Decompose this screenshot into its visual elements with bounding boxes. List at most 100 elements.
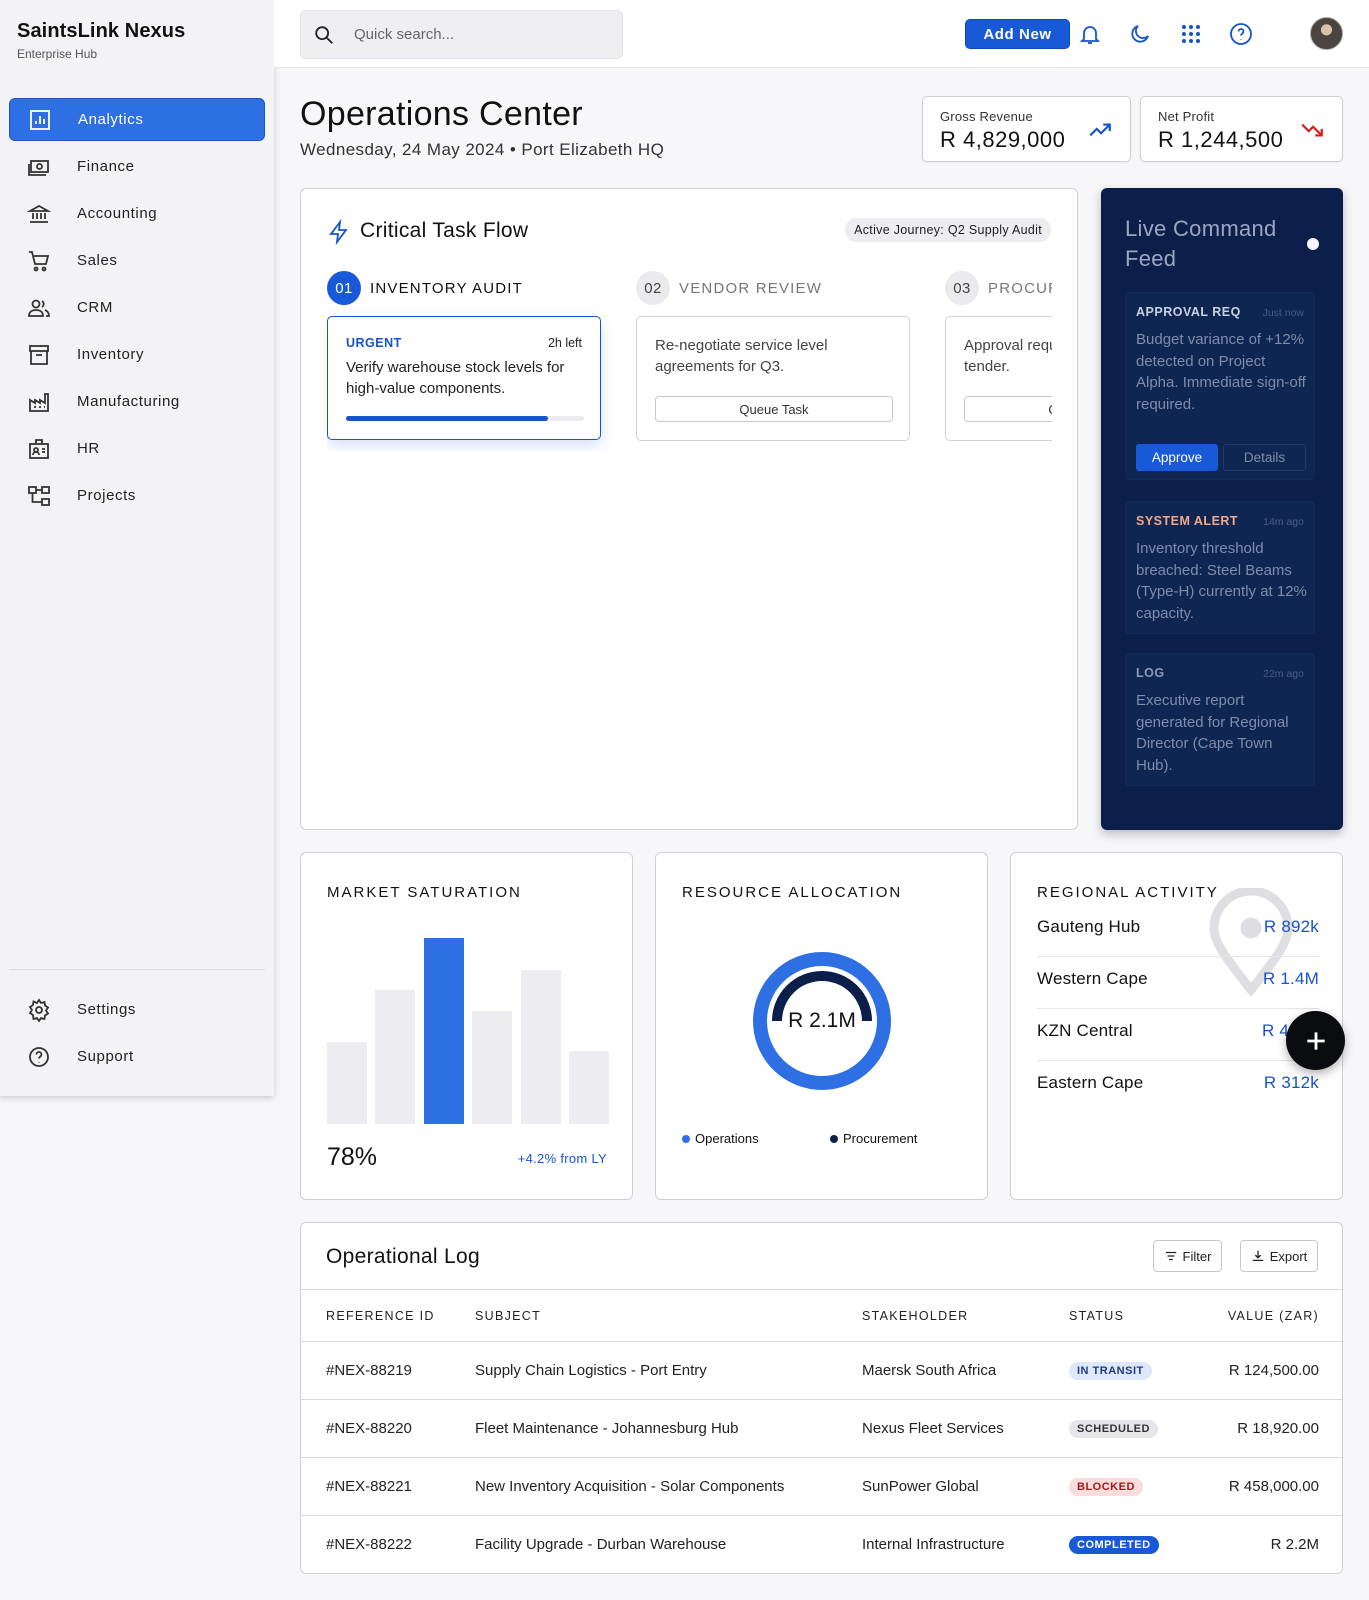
region-row[interactable]: Gauteng Hub R 892k xyxy=(1037,905,1319,957)
sidebar-item-finance[interactable]: Finance xyxy=(9,145,265,188)
help-icon[interactable] xyxy=(1229,22,1253,46)
step-name: INVENTORY AUDIT xyxy=(370,279,524,297)
step-header: 03 PROCUREMENT xyxy=(945,271,1052,305)
page-title: Operations Center xyxy=(300,95,583,133)
bell-icon[interactable] xyxy=(1078,22,1102,46)
card-title: RESOURCE ALLOCATION xyxy=(682,884,903,901)
saturation-bar xyxy=(472,1011,513,1124)
step-inventory-audit[interactable]: 01 INVENTORY AUDIT URGENT 2h left Verify… xyxy=(327,271,601,440)
sidebar-item-manufacturing[interactable]: Manufacturing xyxy=(9,380,265,423)
task-progress-fill xyxy=(346,416,549,421)
sidebar-item-projects[interactable]: Projects xyxy=(9,474,265,517)
region-row[interactable]: KZN Central R 4 xyxy=(1037,1009,1319,1061)
column-header[interactable]: REFERENCE ID xyxy=(301,1289,475,1342)
details-button[interactable]: Details xyxy=(1223,444,1306,471)
sidebar-item-label: HR xyxy=(77,440,100,457)
saturation-bar xyxy=(375,990,416,1124)
region-row[interactable]: Eastern Cape R 312k xyxy=(1037,1061,1319,1113)
search-icon xyxy=(315,25,333,44)
top-bar: Add New xyxy=(274,0,1369,68)
stakeholder: Nexus Fleet Services xyxy=(862,1399,1069,1458)
sidebar-item-hr[interactable]: HR xyxy=(9,427,265,470)
moon-icon[interactable] xyxy=(1128,22,1152,46)
kpi-label: Net Profit xyxy=(1158,109,1215,124)
saturation-bar xyxy=(569,1051,609,1124)
sidebar-item-analytics[interactable]: Analytics xyxy=(9,98,265,141)
search-box[interactable] xyxy=(300,10,623,59)
sidebar-item-inventory[interactable]: Inventory xyxy=(9,333,265,376)
factory-icon xyxy=(29,392,49,412)
kpi-value: R 1,244,500 xyxy=(1158,127,1284,152)
region-row[interactable]: Western Cape R 1.4M xyxy=(1037,957,1319,1009)
accounting-icon xyxy=(27,204,51,223)
column-header[interactable]: SUBJECT xyxy=(475,1289,862,1342)
sidebar-item-label: Finance xyxy=(77,158,135,175)
column-header[interactable]: STAKEHOLDER xyxy=(862,1289,1069,1342)
status-cell: BLOCKED xyxy=(1069,1457,1218,1516)
filter-icon xyxy=(1165,1251,1176,1261)
sidebar-item-label: Projects xyxy=(77,487,136,504)
sidebar-item-accounting[interactable]: Accounting xyxy=(9,192,265,235)
sidebar-item-crm[interactable]: CRM xyxy=(9,286,265,329)
table-row[interactable]: #NEX-88222 Facility Upgrade - Durban War… xyxy=(301,1516,1342,1574)
column-header[interactable]: VALUE (ZAR) xyxy=(1218,1289,1342,1342)
floating-add-button[interactable] xyxy=(1286,1011,1345,1070)
step-vendor-review[interactable]: 02 VENDOR REVIEW Re-negotiate service le… xyxy=(636,271,910,441)
status-badge: COMPLETED xyxy=(1069,1536,1159,1555)
queue-task-button[interactable]: Queue Task xyxy=(964,396,1052,422)
users-icon xyxy=(28,299,50,317)
queue-task-button[interactable]: Queue Task xyxy=(655,396,893,422)
sidebar-item-support[interactable]: Support xyxy=(9,1035,265,1078)
market-saturation-card: MARKET SATURATION 78% +4.2% from LY xyxy=(300,852,633,1200)
lightning-icon xyxy=(329,219,348,245)
sidebar-item-sales[interactable]: Sales xyxy=(9,239,265,282)
value: R 124,500.00 xyxy=(1218,1341,1342,1400)
steps-carousel[interactable]: 01 INVENTORY AUDIT URGENT 2h left Verify… xyxy=(327,271,1052,451)
saturation-delta: +4.2% from LY xyxy=(517,1151,607,1166)
cart-icon xyxy=(29,250,50,271)
task-card[interactable]: URGENT 2h left Verify warehouse stock le… xyxy=(327,316,601,440)
region-value: R 892k xyxy=(1263,917,1319,936)
task-text: Verify warehouse stock levels for high-v… xyxy=(346,359,565,397)
saturation-bar xyxy=(423,938,464,1124)
feed-time: Just now xyxy=(1262,307,1304,319)
sidebar-item-settings[interactable]: Settings xyxy=(9,988,265,1031)
search-input[interactable] xyxy=(354,26,594,43)
filter-label: Filter xyxy=(1182,1248,1212,1264)
sidebar-item-label: Accounting xyxy=(77,205,158,222)
reference-id: #NEX-88221 xyxy=(301,1457,475,1516)
export-button[interactable]: Export xyxy=(1240,1240,1318,1272)
stakeholder: Internal Infrastructure xyxy=(862,1536,1005,1554)
table-row[interactable]: #NEX-88219 Supply Chain Logistics - Port… xyxy=(301,1341,1342,1400)
sidebar-item-label: Support xyxy=(77,1048,134,1065)
value: R 18,920.00 xyxy=(1218,1399,1342,1458)
legend-operations: Operations xyxy=(682,1131,759,1146)
approve-button[interactable]: Approve xyxy=(1136,444,1218,471)
filter-button[interactable]: Filter xyxy=(1153,1240,1222,1272)
table-row[interactable]: #NEX-88221 New Inventory Acquisition - S… xyxy=(301,1457,1342,1516)
sidebar-item-label: Manufacturing xyxy=(77,393,180,410)
brand-title: SaintsLink Nexus xyxy=(17,20,186,42)
brand: SaintsLink Nexus Enterprise Hub xyxy=(17,20,185,61)
log-title: Operational Log xyxy=(326,1245,480,1268)
feed-text: Inventory threshold breached: Steel Beam… xyxy=(1136,540,1307,622)
step-header: 02 VENDOR REVIEW xyxy=(636,271,910,305)
sidebar-item-label: Settings xyxy=(77,1001,136,1018)
add-new-button[interactable]: Add New xyxy=(965,19,1070,49)
analytics-icon xyxy=(30,109,50,130)
status-cell: IN TRANSIT xyxy=(1069,1341,1218,1400)
table-row[interactable]: #NEX-88220 Fleet Maintenance - Johannesb… xyxy=(301,1399,1342,1458)
help-icon xyxy=(29,1046,49,1067)
reference-id: #NEX-88220 xyxy=(301,1399,475,1458)
step-number: 02 xyxy=(636,271,670,305)
column-header[interactable]: STATUS xyxy=(1069,1289,1218,1342)
critical-task-flow-card: Critical Task Flow Active Journey: Q2 Su… xyxy=(300,188,1078,830)
feed-item-log: LOG 22m ago Executive report generated f… xyxy=(1125,653,1315,786)
region-name: Western Cape xyxy=(1037,969,1148,988)
apps-grid-icon[interactable] xyxy=(1179,22,1203,46)
subject: Fleet Maintenance - Johannesburg Hub xyxy=(475,1399,862,1458)
user-avatar[interactable] xyxy=(1310,17,1343,50)
urgent-tag: URGENT xyxy=(346,336,402,350)
step-procurement[interactable]: 03 PROCUREMENT Approval request for new … xyxy=(945,271,1052,441)
step-header: 01 INVENTORY AUDIT xyxy=(327,271,601,305)
